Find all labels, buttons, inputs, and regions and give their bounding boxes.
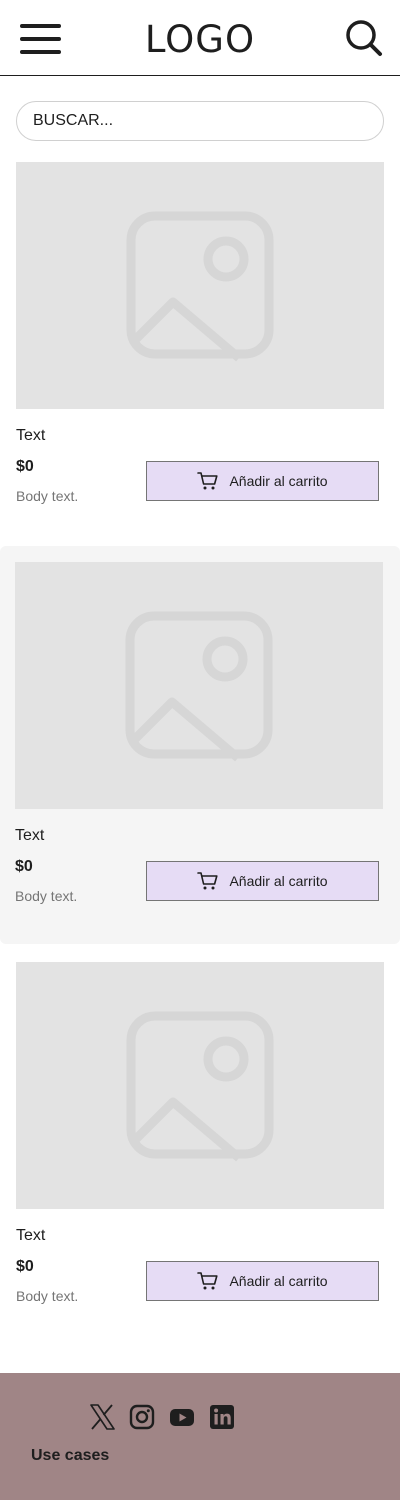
product-card: Text $0 Body text. Añadir al carrito bbox=[0, 162, 400, 562]
top-bar: LOGO bbox=[0, 0, 400, 76]
product-image bbox=[16, 162, 384, 409]
youtube-icon[interactable] bbox=[169, 1404, 195, 1430]
logo[interactable]: LOGO bbox=[0, 18, 400, 62]
search-icon[interactable] bbox=[344, 18, 384, 58]
product-title: Text bbox=[16, 427, 46, 444]
product-description: Body text. bbox=[16, 488, 79, 504]
product-title: Text bbox=[16, 1227, 46, 1244]
product-image bbox=[16, 962, 384, 1209]
instagram-icon[interactable] bbox=[129, 1404, 155, 1430]
footer: Use cases bbox=[0, 1373, 400, 1500]
image-placeholder-icon bbox=[125, 611, 273, 762]
add-to-cart-button[interactable]: Añadir al carrito bbox=[146, 861, 379, 901]
add-to-cart-button[interactable]: Añadir al carrito bbox=[146, 461, 379, 501]
product-price: $0 bbox=[16, 458, 34, 475]
product-description: Body text. bbox=[15, 888, 78, 904]
cart-icon bbox=[197, 472, 219, 490]
linkedin-icon[interactable] bbox=[209, 1404, 235, 1430]
product-price: $0 bbox=[16, 1258, 34, 1275]
image-placeholder-icon bbox=[126, 1011, 274, 1162]
product-price: $0 bbox=[15, 858, 33, 875]
cart-icon bbox=[197, 1272, 219, 1290]
product-description: Body text. bbox=[16, 1288, 79, 1304]
add-to-cart-label: Añadir al carrito bbox=[229, 1273, 328, 1289]
product-title: Text bbox=[15, 827, 45, 844]
search-input[interactable] bbox=[16, 101, 384, 141]
footer-link-use-cases[interactable]: Use cases bbox=[31, 1447, 109, 1465]
product-card: Text $0 Body text. Añadir al carrito bbox=[0, 546, 400, 944]
add-to-cart-button[interactable]: Añadir al carrito bbox=[146, 1261, 379, 1301]
image-placeholder-icon bbox=[126, 211, 274, 362]
add-to-cart-label: Añadir al carrito bbox=[229, 873, 328, 889]
cart-icon bbox=[197, 872, 219, 890]
product-card: Text $0 Body text. Añadir al carrito bbox=[0, 962, 400, 1362]
x-icon[interactable] bbox=[89, 1404, 115, 1430]
add-to-cart-label: Añadir al carrito bbox=[229, 473, 328, 489]
product-image bbox=[15, 562, 383, 809]
